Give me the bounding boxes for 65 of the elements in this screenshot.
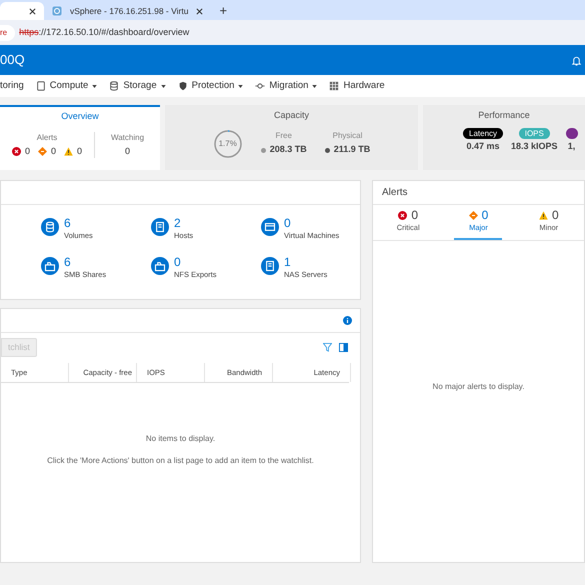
server-icon <box>261 257 279 276</box>
nav-menu-item[interactable]: Migration <box>255 78 318 94</box>
alert-count: 0 <box>50 144 56 158</box>
capacity-card[interactable]: Capacity 1.7% Free 208.3 TB Physical 211.9 TB <box>165 105 418 170</box>
warning-icon <box>538 211 548 220</box>
capacity-value: 211.9 TB <box>334 143 370 156</box>
watching-count: 0 <box>124 144 130 158</box>
nav-menu-item[interactable]: Hardware <box>329 78 385 94</box>
item-count: 0 <box>284 217 292 230</box>
app-title: 00Q <box>0 51 25 70</box>
metric-badge: IOPS <box>518 128 550 138</box>
item-count: 6 <box>64 217 72 230</box>
folder-icon <box>41 257 59 276</box>
panel-title: Alerts <box>373 181 584 205</box>
nav-menu-item[interactable]: Storage <box>109 78 166 94</box>
close-icon <box>29 8 36 14</box>
error-icon <box>12 146 21 156</box>
monitor-icon <box>261 218 279 236</box>
shield-icon <box>178 81 188 91</box>
capacity-label: Physical <box>332 130 362 142</box>
alert-count: 0 <box>77 144 82 158</box>
item-count: 0 <box>174 256 182 270</box>
item-count: 6 <box>64 256 72 270</box>
close-icon <box>196 8 204 14</box>
filter-icon <box>323 343 332 352</box>
server-icon <box>151 218 169 236</box>
security-badge[interactable]: re <box>0 24 16 40</box>
empty-message: No items to display. <box>144 433 216 445</box>
overview-tab[interactable]: Overview Alerts 0 0 0 Watching 0 <box>0 105 160 170</box>
new-tab-button[interactable]: + <box>219 2 228 20</box>
alert-count: 0 <box>24 144 30 158</box>
item-count: 2 <box>174 217 182 230</box>
error-icon <box>398 211 408 220</box>
empty-message: No major alerts to display. <box>432 381 526 393</box>
columns-icon <box>339 343 348 352</box>
database-icon <box>41 218 59 236</box>
watching-label: Watching <box>110 132 144 144</box>
capacity-label: Free <box>276 130 292 142</box>
info-icon <box>343 316 352 325</box>
warning-diamond-icon <box>38 146 47 156</box>
tab-title: vSphere - 176.16.251.98 - Virtu <box>70 4 188 18</box>
warning-icon <box>64 146 73 156</box>
page-icon <box>36 81 46 91</box>
nav-menu-item[interactable]: Compute <box>36 78 98 94</box>
commit-icon <box>255 81 266 91</box>
nav-menu-item[interactable]: toring <box>0 78 24 94</box>
browser-tab[interactable] <box>0 2 44 20</box>
grid-icon <box>329 81 340 91</box>
item-count: 1 <box>284 256 292 270</box>
alerts-label: Alerts <box>36 132 58 144</box>
performance-card[interactable]: Performance Latency 0.47 ms IOPS 18.3 kIOPS 1, <box>423 105 585 170</box>
url-field[interactable]: https://172.16.50.10/#/dashboard/overview <box>19 26 190 40</box>
folder-icon <box>151 257 169 276</box>
warning-diamond-icon <box>468 211 478 220</box>
empty-hint: Click the 'More Actions' button on a list page to add an item to the watchlist. <box>46 455 315 467</box>
browser-tab[interactable]: vSphere - 176.16.251.98 - Virtu <box>44 2 212 20</box>
database-icon <box>109 81 120 91</box>
bell-icon <box>571 54 582 66</box>
metric-badge: Latency <box>463 128 504 138</box>
metric-value: 1, <box>568 140 576 152</box>
capacity-percent: 1.7% <box>218 138 238 150</box>
nav-menu-item[interactable]: Protection <box>178 78 244 94</box>
capacity-value: 208.3 TB <box>270 143 307 156</box>
metric-value: 18.3 kIOPS <box>511 140 558 152</box>
metric-value: 0.47 ms <box>466 140 500 152</box>
